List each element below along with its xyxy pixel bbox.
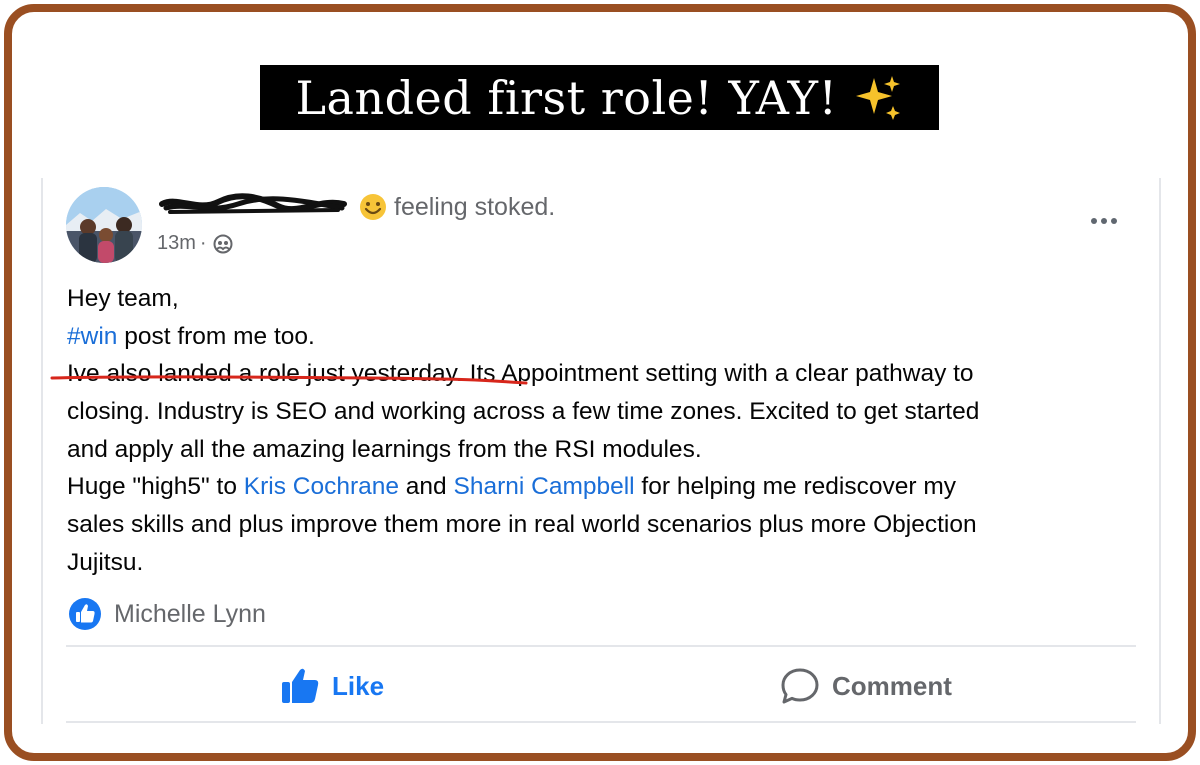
post-time[interactable]: 13m <box>157 232 196 255</box>
sparkles-icon <box>852 72 904 124</box>
more-options-icon[interactable] <box>1084 208 1124 234</box>
body-text: post from me too. <box>117 322 315 350</box>
body-text: for helping me rediscover my <box>634 473 956 501</box>
body-line: Hey team, <box>67 280 1142 318</box>
hashtag-link[interactable]: #win <box>67 323 117 350</box>
feeling-status: feeling stoked. <box>358 192 555 222</box>
body-text: Its Appointment setting with a clear pat… <box>462 360 974 388</box>
body-line: and apply all the amazing learnings from… <box>67 435 702 463</box>
body-text: Huge "high5" to <box>67 473 244 501</box>
like-reaction-icon <box>69 598 101 630</box>
action-divider-top <box>66 645 1136 647</box>
redacted-name-scribble <box>159 193 347 214</box>
reactor-name[interactable]: Michelle Lynn <box>114 600 266 629</box>
like-label: Like <box>332 670 385 701</box>
post-body: Hey team, #win post from me too. Ive als… <box>67 280 1142 582</box>
like-button[interactable]: Like <box>280 665 384 707</box>
comment-label: Comment <box>832 670 952 701</box>
mention-link[interactable]: Kris Cochrane <box>244 473 399 500</box>
greeting-text: Hey team, <box>67 285 179 312</box>
body-line: closing. Industry is SEO and working acr… <box>67 398 980 426</box>
thumbs-up-icon <box>282 668 319 703</box>
red-underline-annotation <box>50 375 528 385</box>
feeling-text: feeling stoked. <box>394 192 556 221</box>
avatar[interactable] <box>66 187 142 263</box>
comment-button[interactable]: Comment <box>780 665 952 707</box>
smiling-face-icon <box>360 194 386 220</box>
action-divider-bottom <box>66 721 1136 723</box>
body-line: Huge "high5" to Kris Cochrane and Sharni… <box>67 468 1142 506</box>
post-card-left-border <box>41 178 43 724</box>
body-text: and <box>399 473 454 501</box>
comment-bubble-icon <box>781 668 819 704</box>
title-banner: Landed first role! YAY! <box>260 65 939 130</box>
reaction-summary[interactable]: Michelle Lynn <box>68 597 266 631</box>
meta-separator: · <box>199 232 207 254</box>
body-line: Jujitsu. <box>67 548 144 576</box>
banner-title: Landed first role! YAY! <box>295 70 838 125</box>
friends-icon[interactable] <box>213 234 233 254</box>
body-line: #win post from me too. <box>67 318 1142 356</box>
mention-link[interactable]: Sharni Campbell <box>454 473 635 500</box>
body-line: sales skills and plus improve them more … <box>67 511 977 539</box>
post-card-right-border <box>1159 178 1161 724</box>
post-meta: 13m · <box>157 232 233 255</box>
